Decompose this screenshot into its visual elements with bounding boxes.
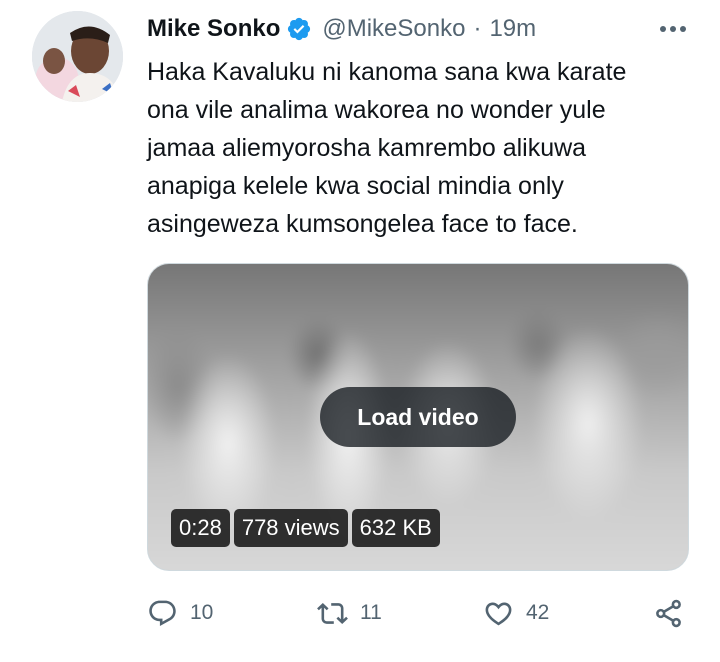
like-count: 42: [526, 601, 550, 624]
video-duration: 0:28: [171, 509, 230, 547]
reply-button[interactable]: 10: [147, 592, 213, 634]
reply-icon: [147, 598, 178, 629]
retweet-icon: [317, 598, 348, 629]
tweet-text: Haka Kavaluku ni kanoma sana kwa karate …: [147, 53, 692, 243]
author-handle[interactable]: @MikeSonko: [322, 15, 465, 43]
tweet-actions: 10 11 42: [147, 592, 692, 634]
tweet-text-line: ona vile analima wakorea no wonder yule: [147, 96, 606, 124]
tweet[interactable]: Mike Sonko @MikeSonko · 19m Haka Kavaluk…: [0, 0, 720, 662]
share-button[interactable]: [653, 592, 684, 634]
video-info-badges: 0:28 778 views 632 KB: [171, 509, 440, 547]
video-media[interactable]: Load video 0:28 778 views 632 KB: [147, 263, 689, 571]
tweet-text-line: asingeweza kumsongelea face to face.: [147, 210, 578, 238]
tweet-text-line: jamaa aliemyorosha kamrembo alikuwa: [147, 134, 587, 162]
tweet-text-line: anapiga kelele kwa social mindia only: [147, 172, 564, 200]
more-options-icon: [659, 20, 687, 38]
avatar[interactable]: [32, 11, 123, 102]
like-button[interactable]: 42: [483, 592, 549, 634]
timestamp[interactable]: 19m: [489, 15, 536, 43]
author-name[interactable]: Mike Sonko: [147, 15, 280, 43]
tweet-header: Mike Sonko @MikeSonko · 19m: [147, 12, 536, 46]
video-size: 632 KB: [351, 509, 440, 547]
retweet-count: 11: [360, 601, 382, 624]
more-options-button[interactable]: [656, 12, 690, 46]
tweet-text-line: Haka Kavaluku ni kanoma sana kwa karate: [147, 58, 627, 86]
reply-count: 10: [190, 601, 214, 624]
separator-dot: ·: [473, 15, 482, 42]
load-video-button[interactable]: Load video: [320, 387, 516, 447]
share-icon: [653, 598, 684, 629]
retweet-button[interactable]: 11: [317, 592, 382, 634]
like-icon: [483, 598, 514, 629]
video-views: 778 views: [233, 509, 348, 547]
verified-badge-icon: [286, 16, 312, 42]
